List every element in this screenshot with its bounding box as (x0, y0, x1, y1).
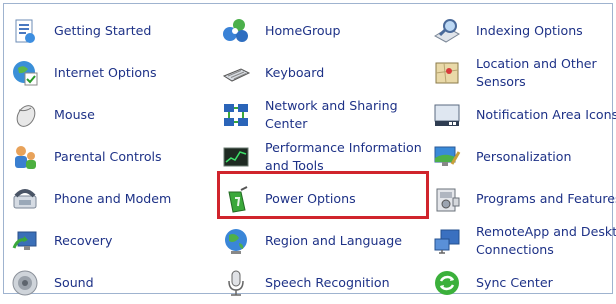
item-label: Keyboard (265, 65, 325, 80)
item-label: Power Options (265, 191, 356, 206)
item-label: Performance Information and Tools (265, 140, 422, 173)
region-language-icon (220, 225, 252, 257)
item-performance[interactable]: Performance Information and Tools (220, 136, 422, 178)
personalization-icon (431, 141, 463, 173)
item-getting-started[interactable]: Getting Started (9, 10, 151, 52)
control-panel-items: Getting Started Internet Options Mouse P… (3, 3, 616, 296)
item-label: Recovery (54, 233, 113, 248)
item-label: Indexing Options (476, 23, 583, 38)
item-sound[interactable]: Sound (9, 262, 94, 304)
item-homegroup[interactable]: HomeGroup (220, 10, 341, 52)
mouse-icon (9, 99, 41, 131)
homegroup-icon (220, 15, 252, 47)
item-location-sensors[interactable]: Location and Other Sensors (431, 52, 597, 94)
item-label: Location and Other Sensors (476, 56, 597, 89)
item-indexing-options[interactable]: Indexing Options (431, 10, 583, 52)
item-label: RemoteApp and DesktopConnections (476, 224, 616, 257)
location-sensors-icon (431, 57, 463, 89)
indexing-options-icon (431, 15, 463, 47)
programs-features-icon (431, 183, 463, 215)
phone-modem-icon (9, 183, 41, 215)
item-label: Parental Controls (54, 149, 162, 164)
item-keyboard[interactable]: Keyboard (220, 52, 324, 94)
internet-options-icon (9, 57, 41, 89)
item-label: Sound (54, 275, 94, 290)
item-label: Phone and Modem (54, 191, 172, 206)
item-mouse[interactable]: Mouse (9, 94, 95, 136)
item-parental-controls[interactable]: Parental Controls (9, 136, 162, 178)
microphone-icon (220, 267, 252, 299)
item-internet-options[interactable]: Internet Options (9, 52, 157, 94)
network-sharing-icon (220, 99, 252, 131)
item-notification-area[interactable]: Notification Area Icons (431, 94, 616, 136)
item-network-sharing[interactable]: Network and Sharing Center (220, 94, 398, 136)
notification-area-icon (431, 99, 463, 131)
item-label: Personalization (476, 149, 572, 164)
item-programs-features[interactable]: Programs and Features (431, 178, 616, 220)
item-label: Network and Sharing Center (265, 98, 398, 131)
item-label: Getting Started (54, 23, 152, 38)
keyboard-icon (220, 57, 252, 89)
item-power-options[interactable]: Power Options (220, 178, 356, 220)
item-label: HomeGroup (265, 23, 341, 38)
power-options-icon (220, 183, 252, 215)
getting-started-icon (9, 15, 41, 47)
item-label: Sync Center (476, 275, 553, 290)
item-label: Programs and Features (476, 191, 616, 206)
item-personalization[interactable]: Personalization (431, 136, 572, 178)
item-label: Region and Language (265, 233, 402, 248)
performance-icon (220, 141, 252, 173)
item-remoteapp[interactable]: RemoteApp and DesktopConnections (431, 220, 616, 262)
item-label: Mouse (54, 107, 95, 122)
parental-controls-icon (9, 141, 41, 173)
item-region-language[interactable]: Region and Language (220, 220, 402, 262)
item-label: Speech Recognition (265, 275, 390, 290)
item-label: Notification Area Icons (476, 107, 616, 122)
sync-center-icon (431, 267, 463, 299)
item-label: Internet Options (54, 65, 157, 80)
item-speech-recognition[interactable]: Speech Recognition (220, 262, 390, 304)
sound-icon (9, 267, 41, 299)
remoteapp-icon (431, 225, 463, 257)
item-phone-modem[interactable]: Phone and Modem (9, 178, 171, 220)
item-sync-center[interactable]: Sync Center (431, 262, 553, 304)
item-recovery[interactable]: Recovery (9, 220, 112, 262)
recovery-icon (9, 225, 41, 257)
